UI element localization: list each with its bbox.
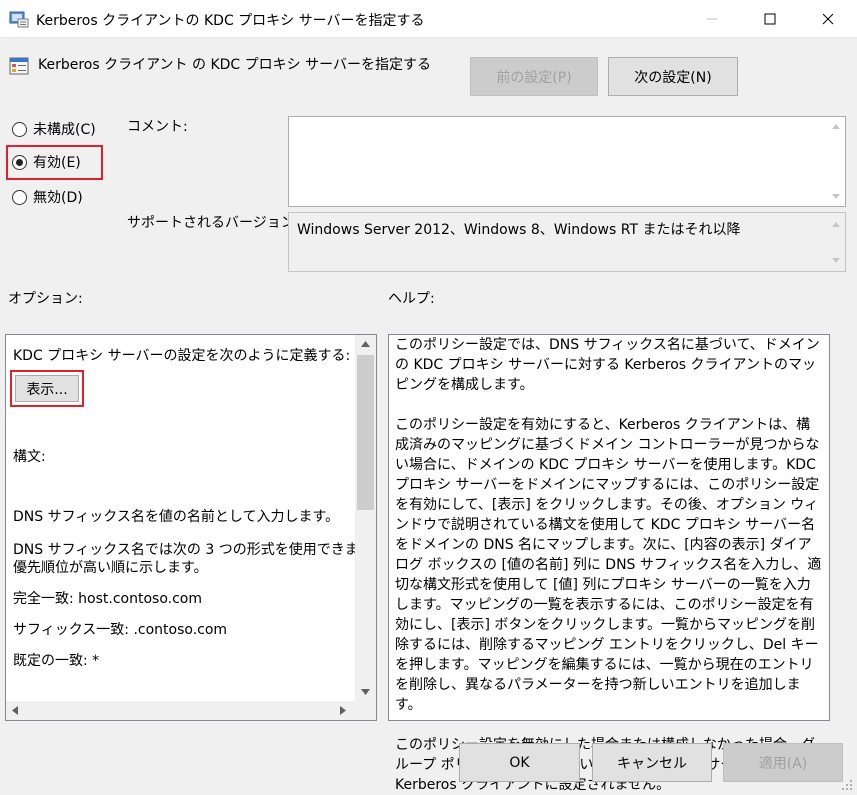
minimize-button[interactable] [683,0,741,38]
policy-setting-icon [9,57,29,75]
scroll-up-icon [832,124,840,129]
policy-heading: Kerberos クライアント の KDC プロキシ サーバーを指定する [38,57,431,73]
radio-circle [12,121,27,137]
minimize-icon [707,18,717,20]
enabled-highlight-box [6,145,103,180]
radio-label: 未構成(C) [33,122,96,138]
apply-button[interactable]: 適用(A) [723,743,843,782]
scroll-down-icon [832,258,840,263]
resize-grip-icon[interactable] [840,778,854,792]
options-text-line: 完全一致: host.contoso.com [13,591,202,607]
scrollbar-corner [355,701,376,720]
close-icon [822,13,834,25]
syntax-label: 構文: [13,449,46,465]
maximize-button[interactable] [741,0,799,38]
define-proxy-label: KDC プロキシ サーバーの設定を次のように定義する: [13,348,351,364]
supported-versions-box: Windows Server 2012、Windows 8、Windows RT… [288,212,846,272]
policy-window-icon [9,11,29,28]
radio-circle [12,189,27,205]
scroll-right-icon [340,706,346,715]
options-vertical-scrollbar[interactable] [355,335,376,701]
radio-not-configured[interactable]: 未構成(C) [12,118,96,140]
scroll-left-icon [12,706,18,715]
help-paragraph: このポリシー設定を有効にすると、Kerberos クライアントは、構成済みのマッ… [395,417,822,713]
help-paragraph: このポリシー設定では、DNS サフィックス名に基づいて、ドメインの KDC プロ… [395,337,820,393]
title-bar[interactable]: Kerberos クライアントの KDC プロキシ サーバーを指定する [0,0,857,38]
maximize-icon [764,13,776,25]
previous-setting-button[interactable]: 前の設定(P) [470,57,598,96]
options-text-line: 優先順位が高い順に示します。 [13,560,208,576]
next-setting-button[interactable]: 次の設定(N) [608,57,738,96]
options-label: オプション: [8,291,83,307]
help-label: ヘルプ: [388,291,435,307]
comment-scrollbar[interactable] [828,117,845,206]
help-panel: このポリシー設定では、DNS サフィックス名に基づいて、ドメインの KDC プロ… [388,334,830,793]
options-horizontal-scrollbar[interactable] [6,701,355,720]
radio-disabled[interactable]: 無効(D) [12,186,83,208]
options-text-line: DNS サフィックス名では次の 3 つの形式を使用できます。 [13,542,386,558]
ok-button[interactable]: OK [459,743,580,782]
help-text: このポリシー設定では、DNS サフィックス名に基づいて、ドメインの KDC プロ… [395,335,823,795]
supported-versions-value: Windows Server 2012、Windows 8、Windows RT… [297,222,741,238]
close-button[interactable] [799,0,857,38]
options-text-line: 既定の一致: * [13,653,100,669]
options-text-line: サフィックス一致: .contoso.com [13,622,228,638]
radio-label: 無効(D) [33,190,83,206]
supported-scrollbar[interactable] [828,213,845,271]
supported-versions-label: サポートされるバージョン: [127,215,300,231]
show-button-highlight-box [10,370,84,407]
scroll-down-icon [361,689,370,695]
scroll-up-icon [361,341,370,347]
options-text-line: DNS サフィックス名を値の名前として入力します。 [13,509,340,525]
scroll-down-icon [832,194,840,199]
comment-label: コメント: [127,119,188,135]
cancel-button[interactable]: キャンセル [592,743,712,782]
options-panel: KDC プロキシ サーバーの設定を次のように定義する: 表示... 構文: DN… [5,334,385,721]
scroll-up-icon [832,222,840,227]
window-title: Kerberos クライアントの KDC プロキシ サーバーを指定する [36,13,425,29]
options-scroll-thumb[interactable] [357,355,374,510]
comment-textarea[interactable] [288,116,846,207]
